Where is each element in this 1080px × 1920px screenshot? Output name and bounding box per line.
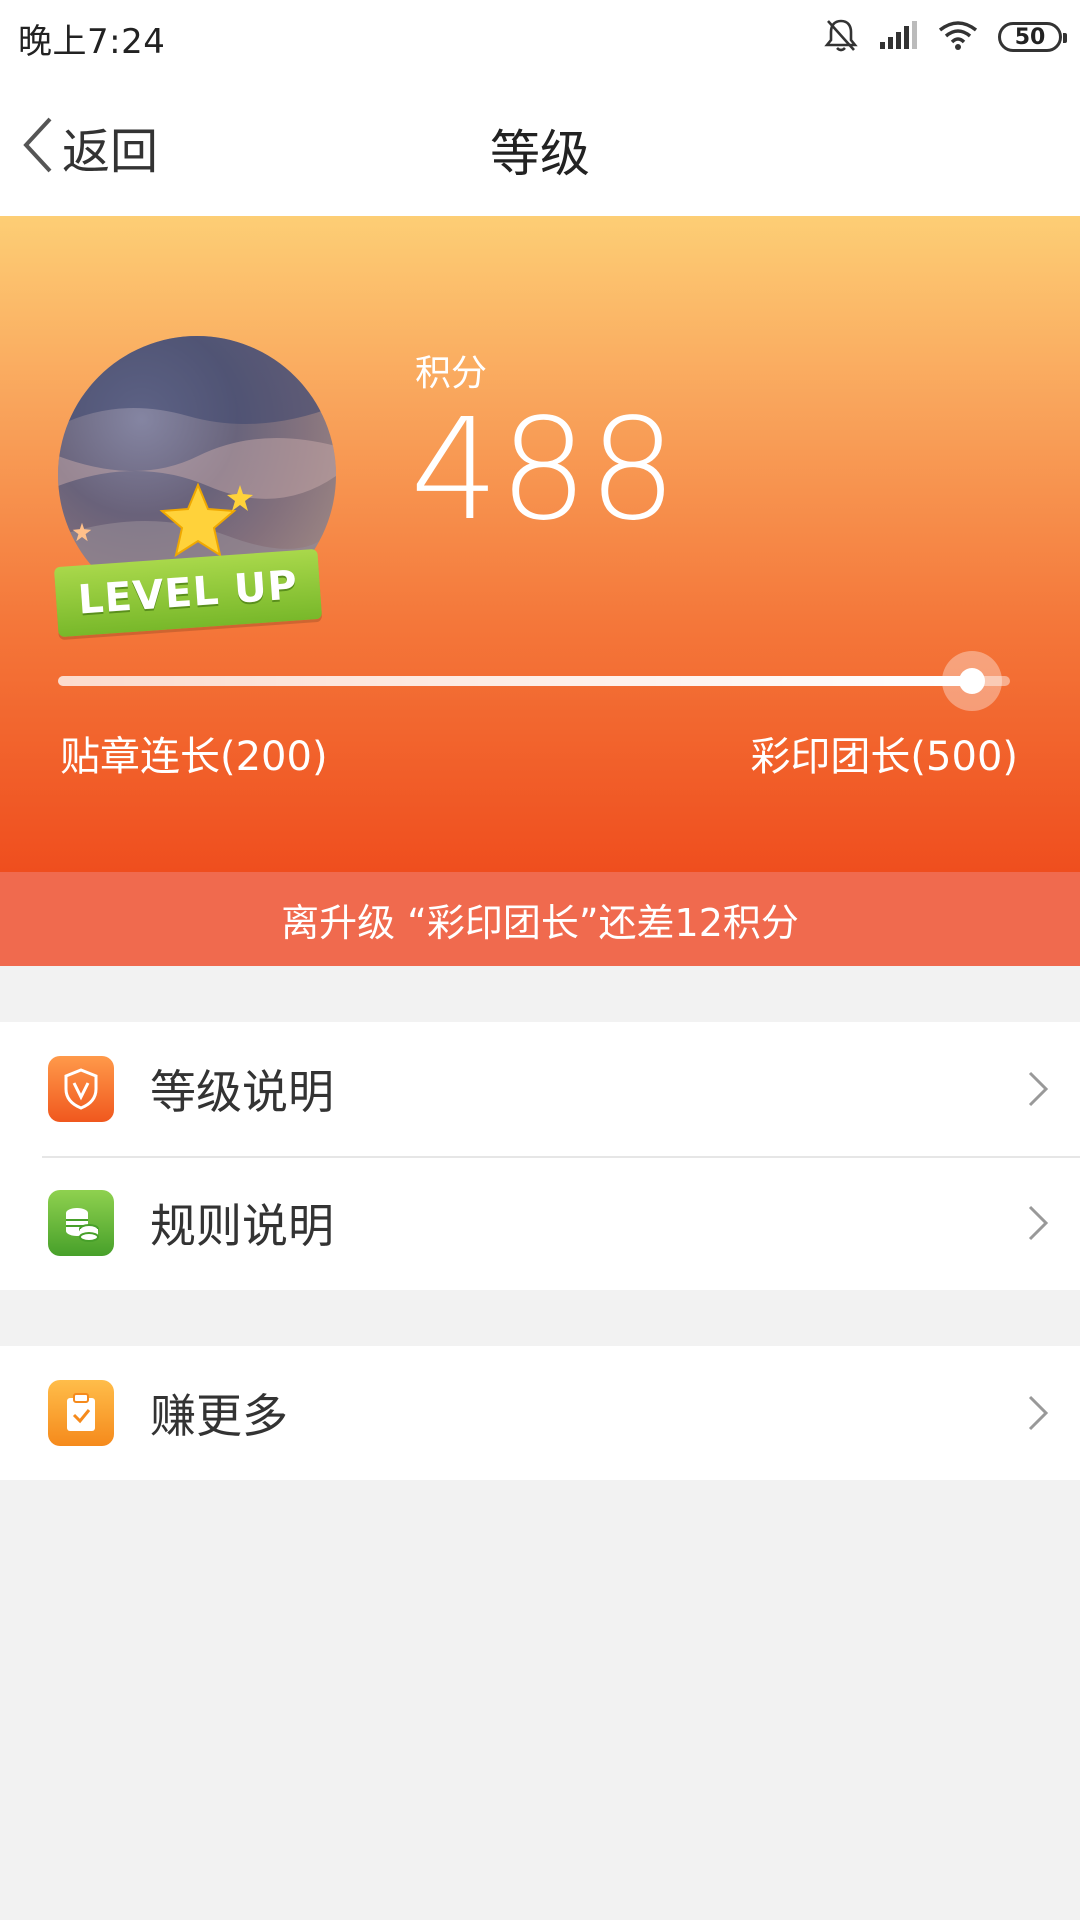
chevron-right-icon <box>1022 1067 1052 1111</box>
points-value: 488 <box>410 389 678 552</box>
battery-level: 50 <box>1014 24 1046 50</box>
status-icons: 50 <box>824 14 1067 60</box>
nav-bar: 返回 等级 <box>0 74 1080 216</box>
menu-item-label: 等级说明 <box>150 1065 334 1119</box>
menu-group-info: 等级说明 规则说明 <box>0 1022 1080 1290</box>
status-bar: 晚上7:24 50 <box>0 0 1080 74</box>
progress-knob <box>941 651 1002 711</box>
battery-icon: 50 <box>998 22 1067 52</box>
menu-item-level-info[interactable]: 等级说明 <box>0 1022 1080 1156</box>
wifi-icon <box>938 20 978 54</box>
next-level-label: 彩印团长(500) <box>750 734 1018 780</box>
signal-icon <box>878 20 918 54</box>
menu-item-label: 赚更多 <box>150 1389 288 1443</box>
chevron-right-icon <box>1022 1391 1052 1435</box>
upgrade-hint-text: 离升级 “彩印团长”还差12积分 <box>281 900 799 945</box>
menu-item-label: 规则说明 <box>150 1199 334 1253</box>
sparkle-icon <box>72 522 92 546</box>
menu-item-earn-more[interactable]: 赚更多 <box>0 1346 1080 1480</box>
menu-group-earn: 赚更多 <box>0 1346 1080 1480</box>
level-progress-bar <box>58 651 1010 711</box>
avatar-with-badge: LEVEL UP <box>53 336 336 638</box>
upgrade-hint-bar: 离升级 “彩印团长”还差12积分 <box>0 872 1080 966</box>
chevron-right-icon <box>1022 1201 1052 1245</box>
progress-fill <box>58 676 972 686</box>
menu-item-rules[interactable]: 规则说明 <box>0 1156 1080 1290</box>
coins-stack-icon <box>48 1190 114 1256</box>
level-hero: LEVEL UP 积分 488 贴章连长(200) 彩印团长(500) <box>0 216 1080 872</box>
page-title: 等级 <box>490 125 590 183</box>
clipboard-check-icon <box>48 1380 114 1446</box>
status-time: 晚上7:24 <box>18 22 166 62</box>
mute-bell-icon <box>824 17 858 57</box>
current-level-label: 贴章连长(200) <box>60 734 328 780</box>
sparkle-icon <box>226 484 254 516</box>
shield-v-icon <box>48 1056 114 1122</box>
